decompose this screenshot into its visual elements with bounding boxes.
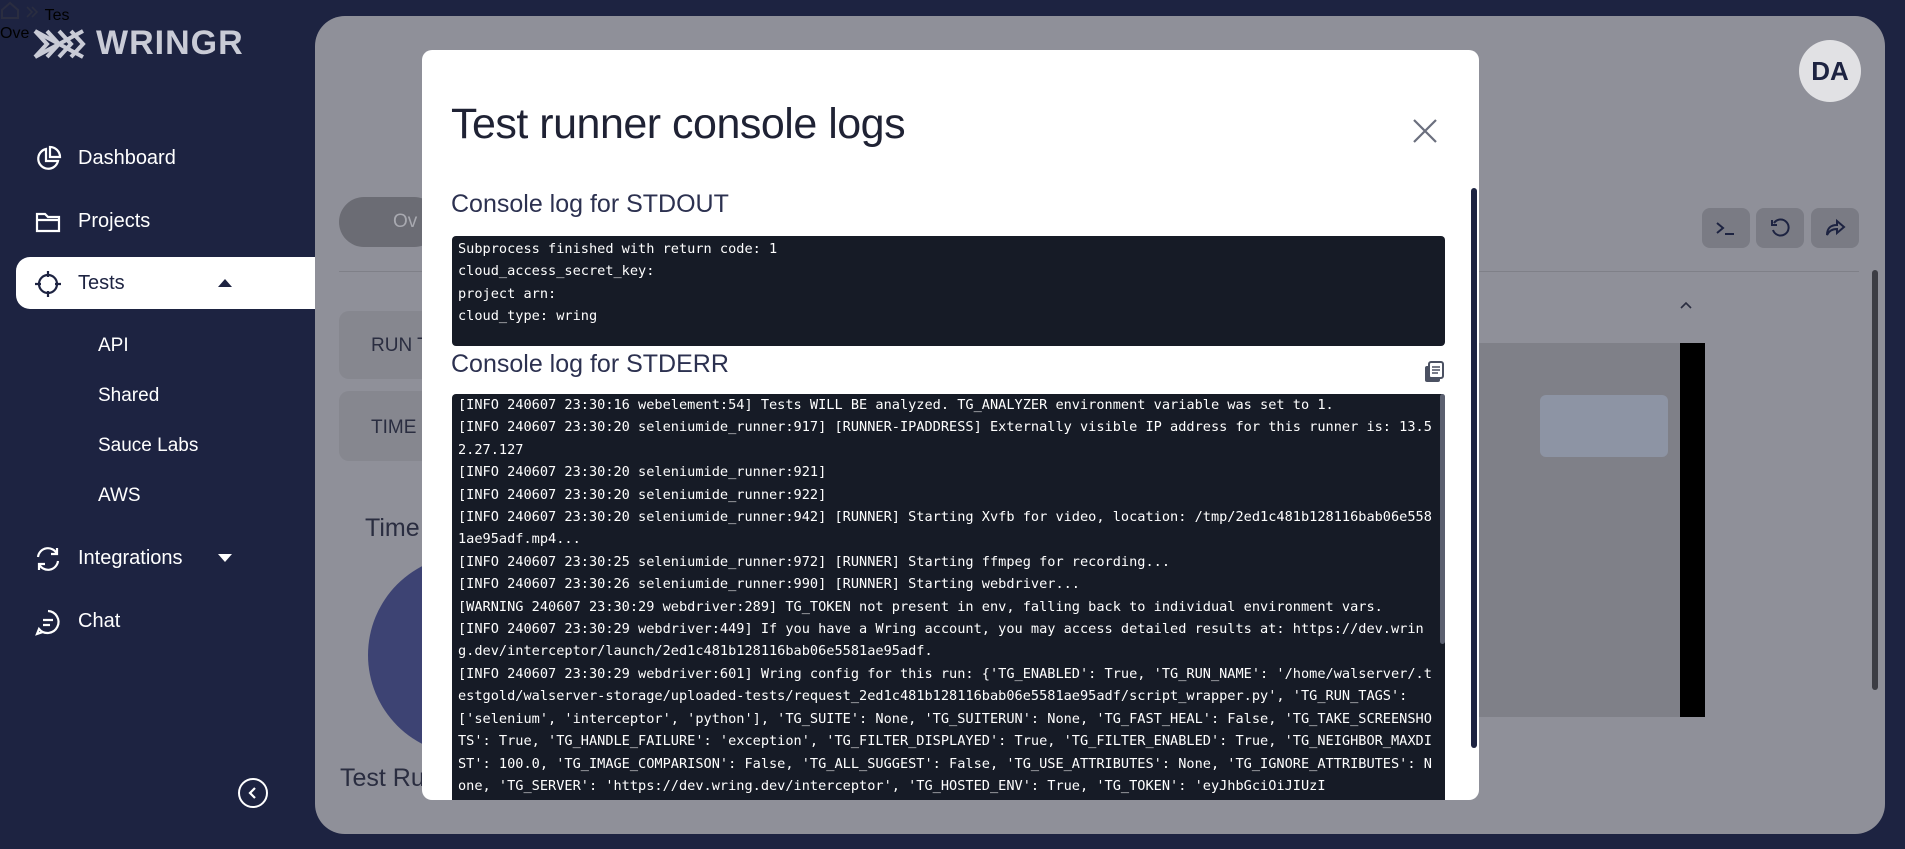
- sidebar-item-dashboard[interactable]: Dashboard: [16, 132, 315, 184]
- stderr-title: Console log for STDERR: [451, 350, 729, 378]
- stderr-scrollbar[interactable]: [1440, 394, 1445, 644]
- log-line: [INFO 240607 23:30:25 seleniumide_runner…: [458, 553, 1171, 570]
- log-line: [INFO 240607 23:30:20 seleniumide_runner…: [458, 509, 1432, 548]
- sidebar: WRINGR Dashboard Projects Tests API Shar…: [0, 0, 315, 849]
- copy-icon[interactable]: [1423, 360, 1445, 384]
- test-runs-heading: Test Ru: [340, 764, 425, 792]
- sidebar-item-label: Tests: [78, 271, 125, 294]
- stderr-console: [INFO 240607 23:30:16 webelement:54] Tes…: [452, 394, 1445, 800]
- sidebar-subitem-shared[interactable]: Shared: [98, 385, 159, 407]
- sidebar-item-label: Projects: [78, 209, 151, 232]
- crosshair-icon: [35, 271, 61, 297]
- avatar[interactable]: DA: [1799, 40, 1861, 102]
- share-icon: [1826, 218, 1846, 236]
- log-line: [INFO 240607 23:30:20 seleniumide_runner…: [458, 419, 1432, 458]
- log-line: [INFO 240607 23:30:16 webelement:54] Tes…: [458, 397, 1334, 413]
- folder-icon: [35, 212, 61, 233]
- collapse-sidebar-button[interactable]: [238, 778, 268, 808]
- sync-icon: [36, 547, 60, 571]
- logo[interactable]: WRINGR: [32, 24, 244, 63]
- sidebar-item-chat[interactable]: Chat: [16, 595, 315, 647]
- sidebar-item-label: Dashboard: [78, 146, 176, 169]
- terminal-icon: [1716, 222, 1734, 235]
- sidebar-item-tests[interactable]: Tests: [16, 257, 315, 309]
- thumbnail-signin-card: [1540, 395, 1668, 457]
- chevron-up-icon[interactable]: [216, 274, 234, 292]
- stdout-console: Subprocess finished with return code: 1 c…: [452, 236, 1445, 346]
- sidebar-subitem-api[interactable]: API: [98, 335, 129, 357]
- console-logs-modal: Test runner console logs Console log for…: [422, 50, 1479, 800]
- tab-label: Ov: [393, 211, 418, 232]
- modal-scrollbar[interactable]: [1471, 188, 1477, 748]
- log-line: Subprocess finished with return code: 1: [458, 241, 778, 257]
- thumbnail-edge: [1680, 343, 1705, 717]
- sidebar-item-label: Chat: [78, 609, 121, 632]
- chat-icon: [35, 609, 60, 636]
- app-name: WRINGR: [96, 24, 244, 62]
- sidebar-item-projects[interactable]: Projects: [16, 195, 315, 247]
- chevron-up-icon[interactable]: [1679, 300, 1693, 310]
- stdout-title: Console log for STDOUT: [451, 190, 729, 218]
- sidebar-item-label: Integrations: [78, 546, 183, 569]
- sidebar-item-integrations[interactable]: Integrations: [16, 532, 315, 584]
- log-line: [INFO 240607 23:30:20 seleniumide_runner…: [458, 486, 827, 503]
- timeline-heading: Time: [365, 514, 420, 542]
- main-scrollbar[interactable]: [1872, 270, 1878, 690]
- chevron-down-icon[interactable]: [216, 549, 234, 567]
- log-line: [INFO 240607 23:30:20 seleniumide_runner…: [458, 464, 827, 481]
- sidebar-subitem-aws[interactable]: AWS: [98, 485, 141, 507]
- refresh-button[interactable]: [1756, 208, 1804, 248]
- log-line: project arn:: [458, 285, 557, 302]
- run-card-label: RUN T: [371, 335, 429, 356]
- log-line: [INFO 240607 23:30:26 seleniumide_runner…: [458, 576, 1080, 593]
- wringr-logo-icon: [33, 28, 86, 59]
- modal-title: Test runner console logs: [451, 100, 906, 148]
- chevron-left-icon: [248, 787, 256, 799]
- log-line: [WARNING 240607 23:30:29 webdriver:289] …: [458, 598, 1383, 615]
- console-logs-button[interactable]: [1702, 208, 1750, 248]
- log-line: cloud_access_secret_key:: [458, 263, 655, 280]
- close-icon[interactable]: [1411, 117, 1439, 145]
- log-line: [INFO 240607 23:30:29 webdriver:449] If …: [458, 621, 1424, 660]
- log-line: [INFO 240607 23:30:29 webdriver:601] Wri…: [458, 665, 1432, 794]
- share-button[interactable]: [1811, 208, 1859, 248]
- log-line: cloud_type: wring: [458, 308, 598, 325]
- sidebar-subitem-sauce-labs[interactable]: Sauce Labs: [98, 435, 198, 457]
- time-card-label: TIME: [371, 417, 417, 438]
- pie-chart-icon: [37, 145, 62, 170]
- refresh-icon: [1771, 218, 1790, 237]
